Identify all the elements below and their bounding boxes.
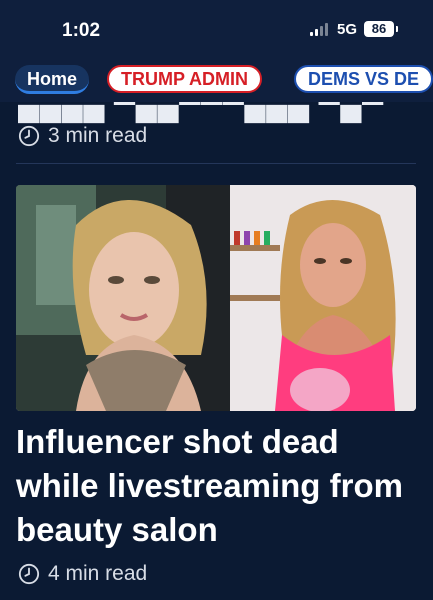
prev-article-meta: 3 min read [18,124,147,148]
clock-icon [18,563,40,585]
read-time: 4 min read [48,562,148,585]
photo-right [230,185,416,411]
section-tabs: Home TRUMP ADMIN DEMS VS DE [0,58,433,102]
article-headline[interactable]: Influencer shot dead while livestreaming… [16,420,416,552]
status-bar: 1:02 5G 86 [0,0,433,58]
clock-icon [18,125,40,147]
battery-icon: 86 [364,21,398,37]
tab-trump-admin[interactable]: TRUMP ADMIN [107,65,262,93]
article-feed[interactable]: ▄▄▄▄ ▀▄▄▀▀▀▄▄▄ ▀▄▀ 3 min read Influencer… [0,102,433,600]
signal-icon [310,22,330,36]
divider [16,163,416,164]
status-time: 1:02 [62,20,101,41]
article-image[interactable] [16,185,416,411]
article-meta: 4 min read [18,562,147,586]
tab-home[interactable]: Home [15,65,90,94]
tab-dems-vs[interactable]: DEMS VS DE [294,65,433,93]
photo-left [16,185,246,411]
read-time: 3 min read [48,124,148,147]
news-app-screen: 1:02 5G 86 Home TRUMP ADMIN DEMS VS DE ▄… [0,0,433,600]
network-type: 5G [337,21,358,38]
previous-headline-fragment[interactable]: ▄▄▄▄ ▀▄▄▀▀▀▄▄▄ ▀▄▀ [18,102,384,122]
